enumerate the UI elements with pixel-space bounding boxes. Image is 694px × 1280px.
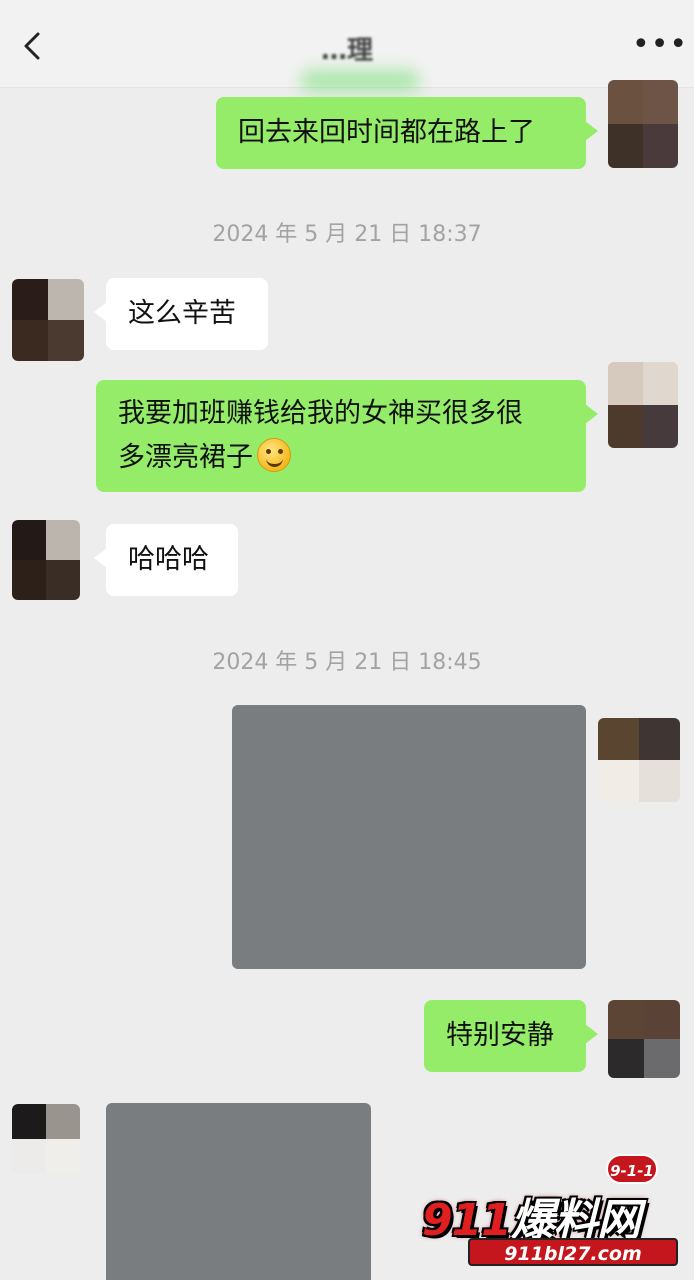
watermark-logo: 9-1-1 911爆料网 911bl27.com bbox=[418, 1150, 688, 1275]
message-text: 特别安静 bbox=[446, 1020, 554, 1051]
message-bubble-outgoing[interactable]: 特别安静 bbox=[424, 1000, 598, 1072]
more-options-button[interactable]: ••• bbox=[632, 30, 687, 60]
smiley-icon bbox=[257, 438, 291, 472]
message-bubble-outgoing[interactable]: 我要加班赚钱给我的女神买很多很 多漂亮裙子 bbox=[96, 380, 598, 492]
timestamp: 2024 年 5 月 21 日 18:45 bbox=[212, 650, 482, 675]
image-message-incoming[interactable] bbox=[106, 1103, 371, 1280]
avatar-contact[interactable] bbox=[12, 1104, 80, 1174]
chat-title: …理 bbox=[320, 36, 373, 66]
blurred-bubble-fragment bbox=[300, 70, 420, 92]
message-bubble-outgoing[interactable]: 回去来回时间都在路上了 bbox=[216, 97, 598, 169]
chat-screen: …理 ••• 回去来回时间都在路上了 2024 年 5 月 21 日 18:37… bbox=[0, 0, 694, 1280]
message-bubble-incoming[interactable]: 这么辛苦 bbox=[94, 278, 268, 350]
avatar-self[interactable] bbox=[608, 362, 678, 448]
message-text-line-2-wrap: 多漂亮裙子 bbox=[118, 436, 564, 480]
avatar-contact[interactable] bbox=[12, 279, 84, 361]
avatar-contact[interactable] bbox=[12, 520, 80, 600]
message-text: 这么辛苦 bbox=[128, 298, 236, 329]
avatar-self[interactable] bbox=[598, 718, 680, 802]
avatar-self[interactable] bbox=[608, 1000, 680, 1078]
watermark-url: 911bl27.com bbox=[468, 1238, 678, 1266]
image-message-outgoing[interactable] bbox=[232, 705, 586, 969]
message-text: 回去来回时间都在路上了 bbox=[238, 117, 535, 148]
message-text-line: 多漂亮裙子 bbox=[118, 442, 253, 473]
avatar-self[interactable] bbox=[608, 80, 678, 168]
message-text-line: 我要加班赚钱给我的女神买很多很 bbox=[118, 398, 523, 429]
message-bubble-incoming[interactable]: 哈哈哈 bbox=[94, 524, 238, 596]
watermark-badge: 9-1-1 bbox=[606, 1154, 658, 1184]
message-text: 哈哈哈 bbox=[128, 544, 209, 575]
timestamp: 2024 年 5 月 21 日 18:37 bbox=[212, 222, 482, 247]
